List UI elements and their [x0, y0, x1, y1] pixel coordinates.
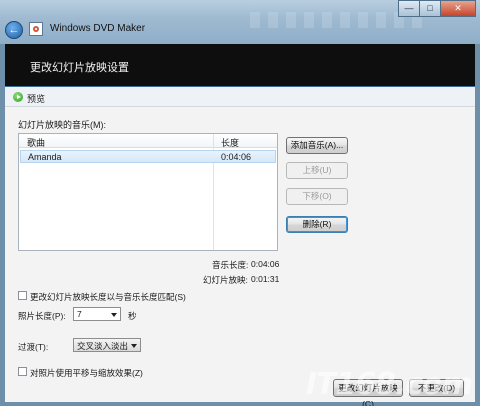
preview-bar: 预览	[5, 87, 475, 107]
slideshow-length-label: 幻灯片放映:	[203, 275, 248, 285]
chevron-down-icon	[131, 344, 137, 348]
pan-zoom-label: 对照片使用平移与缩放效果(Z)	[30, 368, 143, 378]
transition-select[interactable]: 交叉淡入淡出	[73, 338, 141, 352]
chevron-down-icon	[111, 313, 117, 317]
close-button[interactable]: ✕	[440, 0, 476, 17]
photo-length-value: 7	[77, 309, 82, 319]
window-title: Windows DVD Maker	[50, 23, 146, 34]
transition-value: 交叉淡入淡出	[77, 341, 129, 351]
music-list-header: 歌曲 长度	[19, 134, 277, 148]
site-watermark-logo: IT168.com	[305, 367, 473, 402]
slideshow-length-value: 0:01:31	[251, 274, 280, 284]
page-title: 更改幻灯片放映设置	[30, 62, 129, 74]
photo-length-label: 照片长度(P):	[18, 311, 66, 321]
music-list-label: 幻灯片放映的音乐(M):	[18, 120, 106, 130]
photo-length-select[interactable]: 7	[73, 307, 121, 321]
column-header-song[interactable]: 歌曲	[27, 136, 45, 149]
window-controls: — □ ✕	[398, 0, 476, 17]
remove-button[interactable]: 删除(R)	[286, 216, 348, 233]
dvd-maker-app-icon	[29, 22, 43, 36]
preview-link[interactable]: 预览	[27, 92, 45, 105]
song-length: 0:04:06	[221, 152, 252, 162]
settings-panel: 预览 幻灯片放映的音乐(M): 歌曲 长度 Amanda 0:04:06 添加音…	[5, 87, 475, 406]
title-bar: ← Windows DVD Maker — □ ✕	[0, 0, 480, 44]
transition-label: 过渡(T):	[18, 342, 49, 352]
play-icon[interactable]	[13, 92, 23, 102]
pan-zoom-checkbox[interactable]	[18, 367, 27, 376]
photo-length-unit: 秒	[128, 311, 137, 321]
music-list[interactable]: 歌曲 长度 Amanda 0:04:06	[18, 133, 278, 251]
music-length-label: 音乐长度:	[212, 260, 249, 270]
move-down-button[interactable]: 下移(O)	[286, 188, 348, 205]
page-header: 更改幻灯片放映设置	[5, 44, 475, 87]
back-arrow-icon[interactable]: ←	[5, 21, 23, 39]
match-length-label: 更改幻灯片放映长度以与音乐长度匹配(S)	[30, 292, 186, 302]
match-length-checkbox[interactable]	[18, 291, 27, 300]
song-name: Amanda	[28, 152, 62, 162]
column-header-length[interactable]: 长度	[221, 136, 239, 149]
minimize-button[interactable]: —	[398, 0, 420, 17]
add-music-button[interactable]: 添加音乐(A)...	[286, 137, 348, 154]
table-row[interactable]: Amanda 0:04:06	[20, 150, 276, 163]
music-length-value: 0:04:06	[251, 259, 280, 269]
move-up-button[interactable]: 上移(U)	[286, 162, 348, 179]
maximize-button[interactable]: □	[419, 0, 441, 17]
